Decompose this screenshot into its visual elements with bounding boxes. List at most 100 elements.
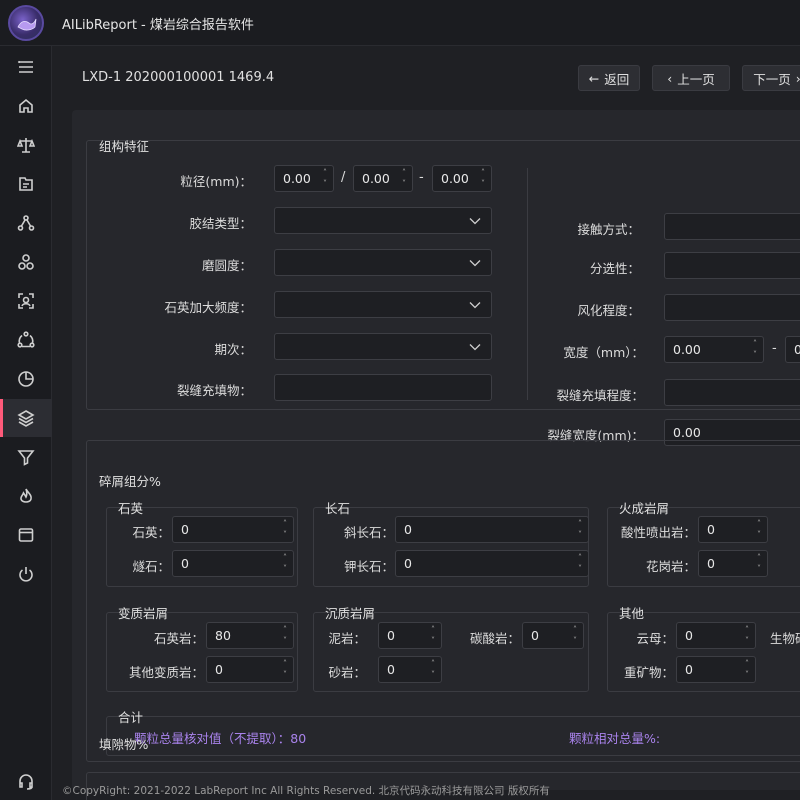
plagioclase-value: 0 [404, 522, 412, 537]
spinner-icon[interactable]: ˄ ˅ [574, 552, 586, 575]
width-value-2: 0 [794, 342, 800, 357]
spinner-icon[interactable]: ˄ ˅ [753, 552, 765, 575]
acid-volcanic-label: 酸性喷出岩： [620, 525, 696, 540]
scan-face-icon [18, 293, 34, 309]
width-input-2[interactable]: 0 [785, 336, 800, 363]
sidebar-item-filter[interactable] [0, 438, 52, 476]
chevron-left-icon: ‹ [667, 70, 673, 86]
quartz-overgrowth-select[interactable] [274, 291, 492, 318]
sorting-label: 分选性： [589, 261, 640, 276]
headset-icon [19, 774, 33, 790]
spinner-icon[interactable]: ˄ ˅ [398, 167, 410, 190]
power-icon [19, 567, 33, 582]
fracture-fill-input[interactable] [274, 374, 492, 401]
prev-page-button[interactable]: ‹ 上一页 [652, 65, 730, 91]
app-logo [8, 5, 44, 41]
sidebar-item-support[interactable] [0, 762, 52, 800]
fracture-fill-label: 裂缝充填物： [176, 383, 252, 398]
arrow-left-icon: ← [588, 70, 600, 86]
home-icon [19, 98, 33, 113]
grain-size-input-2[interactable]: 0.00 ˄ ˅ [353, 165, 413, 192]
sidebar-menu-toggle[interactable] [0, 48, 52, 86]
cement-type-select[interactable] [274, 207, 492, 234]
other-metamorphic-input[interactable]: 0 ˄ ˅ [206, 656, 294, 683]
layers-icon [17, 410, 35, 427]
chert-input[interactable]: 0 ˄ ˅ [172, 550, 294, 577]
mudstone-value: 0 [387, 628, 395, 643]
spinner-icon[interactable]: ˄ ˅ [279, 552, 291, 575]
network-icon [17, 215, 35, 231]
spinner-icon[interactable]: ˄ ˅ [749, 338, 761, 361]
grain-size-label: 粒径(mm)： [180, 174, 252, 189]
spinner-icon[interactable]: ˄ ˅ [319, 167, 331, 190]
spinner-icon[interactable]: ˄ ˅ [477, 167, 489, 190]
next-page-button[interactable]: 下一页 › [742, 65, 800, 91]
grain-size-value-1: 0.00 [283, 171, 311, 186]
spinner-icon[interactable]: ˄ ˅ [741, 624, 753, 647]
stage-select[interactable] [274, 333, 492, 360]
mica-input[interactable]: 0 ˄ ˅ [676, 622, 756, 649]
debris-title: 碎屑组分% [99, 474, 161, 489]
grain-size-input-1[interactable]: 0.00 ˄ ˅ [274, 165, 334, 192]
quartzite-input[interactable]: 80 ˄ ˅ [206, 622, 294, 649]
granite-input[interactable]: 0 ˄ ˅ [698, 550, 768, 577]
sidebar-item-heat[interactable] [0, 477, 52, 515]
check-value-text: 颗粒总量核对值（不提取）：80 [134, 731, 307, 746]
carbonate-label: 碳酸岩： [469, 631, 520, 646]
sandstone-value: 0 [387, 662, 395, 677]
acid-volcanic-input[interactable]: 0 ˄ ˅ [698, 516, 768, 543]
sidebar-item-files[interactable] [0, 165, 52, 203]
spinner-icon[interactable]: ˄ ˅ [569, 624, 581, 647]
granite-value: 0 [707, 556, 715, 571]
sidebar-item-cycle[interactable] [0, 321, 52, 359]
sidebar-item-layers[interactable] [0, 399, 52, 437]
flame-icon [20, 488, 32, 503]
sidebar-item-balance[interactable] [0, 126, 52, 164]
granite-label: 花岗岩： [645, 559, 696, 574]
spinner-icon[interactable]: ˄ ˅ [279, 518, 291, 541]
other-title: 其他 [619, 606, 645, 621]
kfeldspar-value: 0 [404, 556, 412, 571]
spinner-icon[interactable]: ˄ ˅ [753, 518, 765, 541]
cycle-icon [17, 331, 35, 348]
sidebar-item-groups[interactable] [0, 243, 52, 281]
contact-input[interactable] [664, 213, 800, 240]
spinner-icon[interactable]: ˄ ˅ [741, 658, 753, 681]
sidebar-item-power[interactable] [0, 555, 52, 593]
mudstone-input[interactable]: 0 ˄ ˅ [378, 622, 442, 649]
spinner-icon[interactable]: ˄ ˅ [279, 658, 291, 681]
record-id: LXD-1 202000100001 1469.4 [82, 70, 275, 85]
back-button[interactable]: ← 返回 [578, 65, 640, 91]
plagioclase-input[interactable]: 0 ˄ ˅ [395, 516, 589, 543]
form-content: 组构特征 粒径(mm)： 0.00 ˄ ˅ / 0.00 ˄ ˅ - 0.00 ˄ ˅… [72, 110, 800, 800]
fracture-fill-degree-input[interactable] [664, 379, 800, 406]
mica-value: 0 [685, 628, 693, 643]
sidebar-item-window[interactable] [0, 516, 52, 554]
spinner-icon[interactable]: ˄ ˅ [279, 624, 291, 647]
roundness-label: 磨圆度： [201, 258, 252, 273]
quartz-input[interactable]: 0 ˄ ˅ [172, 516, 294, 543]
grain-size-value-2: 0.00 [362, 171, 390, 186]
roundness-select[interactable] [274, 249, 492, 276]
kfeldspar-input[interactable]: 0 ˄ ˅ [395, 550, 589, 577]
width-input[interactable]: 0.00 ˄ ˅ [664, 336, 764, 363]
window-icon [18, 528, 34, 542]
sandstone-input[interactable]: 0 ˄ ˅ [378, 656, 442, 683]
spinner-icon[interactable]: ˄ ˅ [427, 658, 439, 681]
heavy-mineral-input[interactable]: 0 ˄ ˅ [676, 656, 756, 683]
sorting-input[interactable] [664, 252, 800, 279]
spinner-icon[interactable]: ˄ ˅ [427, 624, 439, 647]
weathering-label: 风化程度： [577, 303, 640, 318]
grain-size-value-3: 0.00 [441, 171, 469, 186]
grain-size-input-3[interactable]: 0.00 ˄ ˅ [432, 165, 492, 192]
sidebar-item-statistics[interactable] [0, 360, 52, 398]
sidebar-item-network[interactable] [0, 204, 52, 242]
sidebar-item-home[interactable] [0, 87, 52, 125]
sidebar-item-scan[interactable] [0, 282, 52, 320]
carbonate-input[interactable]: 0 ˄ ˅ [522, 622, 584, 649]
spinner-icon[interactable]: ˄ ˅ [574, 518, 586, 541]
quartz-title: 石英 [118, 501, 144, 516]
main-panel: LXD-1 202000100001 1469.4 ←返回 ‹上一页 下一页› … [52, 46, 800, 800]
logo-mark-icon [17, 18, 37, 31]
weathering-input[interactable] [664, 294, 800, 321]
